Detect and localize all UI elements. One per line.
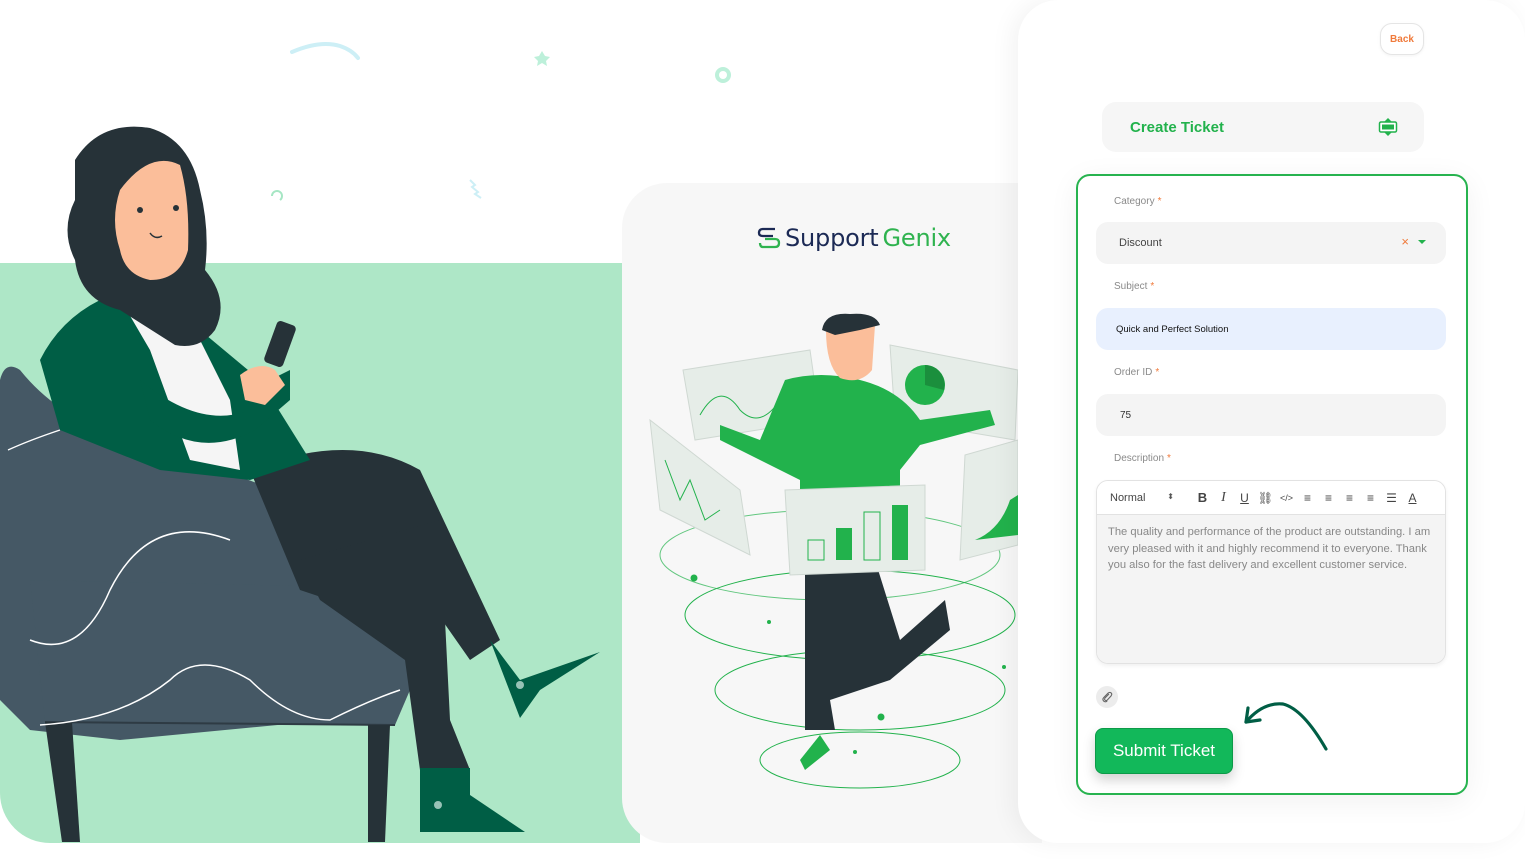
- description-label: Description *: [1114, 453, 1171, 464]
- ticket-icon: [1378, 118, 1398, 136]
- code-button[interactable]: </>: [1276, 493, 1297, 503]
- category-label: Category *: [1114, 196, 1162, 207]
- order-id-label: Order ID *: [1114, 367, 1160, 378]
- underline-button[interactable]: U: [1234, 491, 1255, 505]
- brand-name-genix: Genix: [882, 224, 951, 252]
- brand-name-support: Support: [785, 224, 879, 252]
- create-ticket-form: Category * Discount × Subject * Quick and …: [1076, 174, 1468, 795]
- paperclip-icon: [1102, 691, 1113, 703]
- ordered-list-button[interactable]: ☰: [1381, 491, 1402, 505]
- category-value: Discount: [1119, 237, 1162, 249]
- page-title: Create Ticket: [1130, 118, 1224, 136]
- submit-ticket-button[interactable]: Submit Ticket: [1095, 728, 1233, 774]
- phone-icon: [264, 321, 296, 367]
- description-textarea[interactable]: The quality and performance of the produ…: [1097, 515, 1445, 663]
- analytics-man-illustration: [649, 313, 1019, 789]
- align-left-button[interactable]: ≡: [1297, 491, 1318, 505]
- italic-button[interactable]: I: [1213, 490, 1234, 506]
- align-center-button[interactable]: ≡: [1318, 491, 1339, 505]
- chevron-down-icon[interactable]: [1418, 240, 1426, 244]
- text-color-button[interactable]: A: [1402, 491, 1423, 505]
- align-justify-button[interactable]: ≡: [1360, 491, 1381, 505]
- brand-logo: Support Genix: [757, 224, 951, 252]
- subject-input[interactable]: Quick and Perfect Solution: [1096, 308, 1446, 350]
- woman-in-chair-illustration: [0, 126, 600, 842]
- link-button[interactable]: ⛓: [1255, 491, 1276, 505]
- description-editor: Normal ⬍ B I U ⛓ </> ≡ ≡ ≡ ≡ ☰ A The qua…: [1096, 480, 1446, 664]
- curved-arrow-icon: [1244, 702, 1328, 751]
- clear-selection-icon[interactable]: ×: [1401, 235, 1409, 248]
- doodle-spiral-icon: [271, 190, 283, 201]
- attach-file-button[interactable]: [1096, 686, 1118, 708]
- sg-logo-icon: [757, 227, 781, 249]
- support-illustration: [0, 42, 1019, 842]
- order-id-input[interactable]: 75: [1096, 394, 1446, 436]
- align-right-button[interactable]: ≡: [1339, 491, 1360, 505]
- format-select[interactable]: Normal ⬍: [1110, 492, 1192, 504]
- subject-label: Subject *: [1114, 281, 1155, 292]
- doodle-star-icon: [534, 51, 550, 66]
- back-button[interactable]: Back: [1380, 23, 1424, 55]
- bold-button[interactable]: B: [1192, 490, 1213, 505]
- doodle-wave-icon: [290, 42, 360, 60]
- category-select[interactable]: Discount ×: [1096, 222, 1446, 264]
- select-arrows-icon: ⬍: [1167, 491, 1174, 501]
- editor-toolbar: Normal ⬍ B I U ⛓ </> ≡ ≡ ≡ ≡ ☰ A: [1097, 481, 1445, 515]
- create-ticket-header: Create Ticket: [1102, 102, 1424, 152]
- doodle-zigzag-icon: [469, 179, 482, 199]
